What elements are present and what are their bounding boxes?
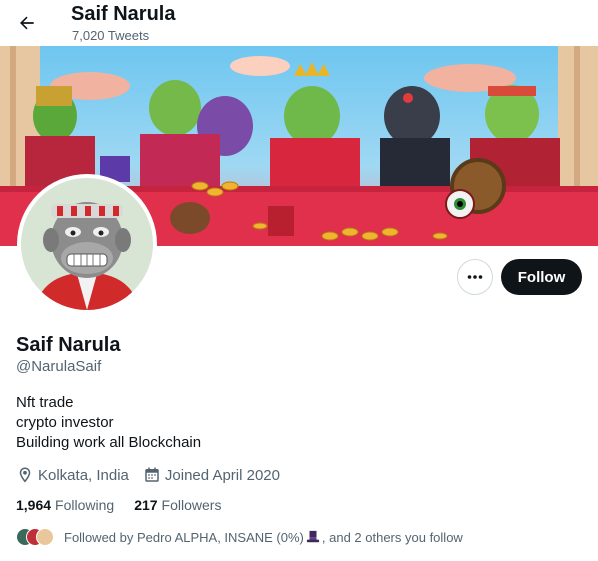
profile-bio: Nft trade crypto investor Building work … — [16, 393, 201, 453]
location-text: Kolkata, India — [38, 466, 129, 484]
avatar-image — [21, 178, 153, 310]
following-link[interactable]: 1,964 Following — [16, 496, 114, 514]
more-dots-icon — [467, 275, 483, 279]
arrow-left-icon — [20, 16, 34, 30]
followed-by-suffix: , and 2 others you follow — [321, 529, 463, 545]
followers-count: 217 — [134, 497, 158, 513]
top-bar: Saif Narula 7,020 Tweets — [0, 0, 598, 46]
following-count: 1,964 — [16, 497, 52, 513]
profile-meta: Kolkata, India Joined April 2020 — [16, 464, 294, 486]
profile-page: Saif Narula 7,020 Tweets Follow Saif Nar… — [0, 0, 598, 561]
followers-link[interactable]: 217 Followers — [134, 496, 221, 514]
join-date: Joined April 2020 — [143, 466, 280, 484]
location: Kolkata, India — [16, 466, 129, 484]
top-hat-emoji — [306, 530, 320, 543]
following-label: Following — [55, 497, 115, 513]
more-options-button[interactable] — [457, 259, 493, 295]
bio-line: Nft trade — [16, 394, 74, 411]
calendar-icon — [145, 467, 159, 482]
bio-line: Building work all Blockchain — [16, 434, 202, 451]
followed-by-link[interactable]: Followed by Pedro ALPHA, INSANE (0%) , a… — [16, 526, 463, 548]
location-pin-icon — [19, 467, 31, 483]
follower-avatars — [16, 527, 54, 547]
back-button[interactable] — [10, 6, 44, 40]
follow-counts: 1,964 Following 217 Followers — [16, 496, 241, 514]
join-date-text: Joined April 2020 — [164, 466, 280, 484]
header-title: Saif Narula — [71, 3, 176, 25]
tweet-count: 7,020 Tweets — [72, 28, 150, 43]
profile-avatar[interactable] — [17, 174, 157, 314]
followers-label: Followers — [161, 497, 222, 513]
profile-name: Saif Narula — [16, 334, 121, 356]
mini-avatar — [36, 528, 54, 546]
profile-handle: @NarulaSaif — [16, 358, 102, 375]
followed-by-text: Followed by Pedro ALPHA, INSANE (0%) — [64, 529, 304, 545]
follow-button[interactable]: Follow — [501, 259, 582, 295]
bio-line: crypto investor — [16, 414, 114, 431]
